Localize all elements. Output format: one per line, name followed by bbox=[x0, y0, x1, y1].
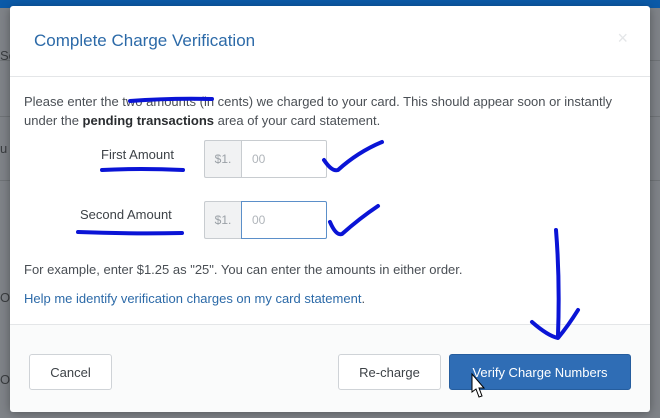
first-amount-group: $1. bbox=[204, 140, 327, 178]
currency-prefix: $1. bbox=[204, 140, 241, 178]
second-amount-group: $1. bbox=[204, 201, 327, 239]
background-text: O bbox=[0, 290, 11, 305]
help-link-row: Help me identify verification charges on… bbox=[24, 291, 365, 306]
instructions-part: Please enter the bbox=[24, 94, 123, 109]
close-icon[interactable]: × bbox=[617, 28, 628, 49]
recharge-button[interactable]: Re-charge bbox=[338, 354, 441, 390]
cancel-button[interactable]: Cancel bbox=[29, 354, 112, 390]
second-amount-input[interactable] bbox=[241, 201, 327, 239]
currency-prefix: $1. bbox=[204, 201, 241, 239]
dialog-title: Complete Charge Verification bbox=[34, 31, 256, 50]
instructions-part: area of your card statement. bbox=[214, 113, 381, 128]
instructions-emphasis: two amounts bbox=[122, 94, 196, 109]
second-amount-label: Second Amount bbox=[80, 207, 172, 222]
verify-charge-numbers-button[interactable]: Verify Charge Numbers bbox=[449, 354, 631, 390]
help-link-period: . bbox=[361, 291, 366, 306]
verification-dialog: Complete Charge Verification × Please en… bbox=[10, 6, 650, 412]
first-amount-input[interactable] bbox=[241, 140, 327, 178]
first-amount-label: First Amount bbox=[101, 147, 174, 162]
help-link[interactable]: Help me identify verification charges on… bbox=[24, 291, 361, 306]
instructions-bold: pending transactions bbox=[82, 113, 215, 128]
instructions-text: Please enter the two amounts (in cents) … bbox=[24, 92, 634, 130]
dialog-footer: Cancel Re-charge Verify Charge Numbers bbox=[10, 324, 650, 412]
example-text: For example, enter $1.25 as "25". You ca… bbox=[24, 262, 463, 277]
background-text: O bbox=[0, 372, 11, 387]
background-text: u bbox=[0, 141, 8, 156]
dialog-header: Complete Charge Verification × bbox=[10, 6, 650, 77]
